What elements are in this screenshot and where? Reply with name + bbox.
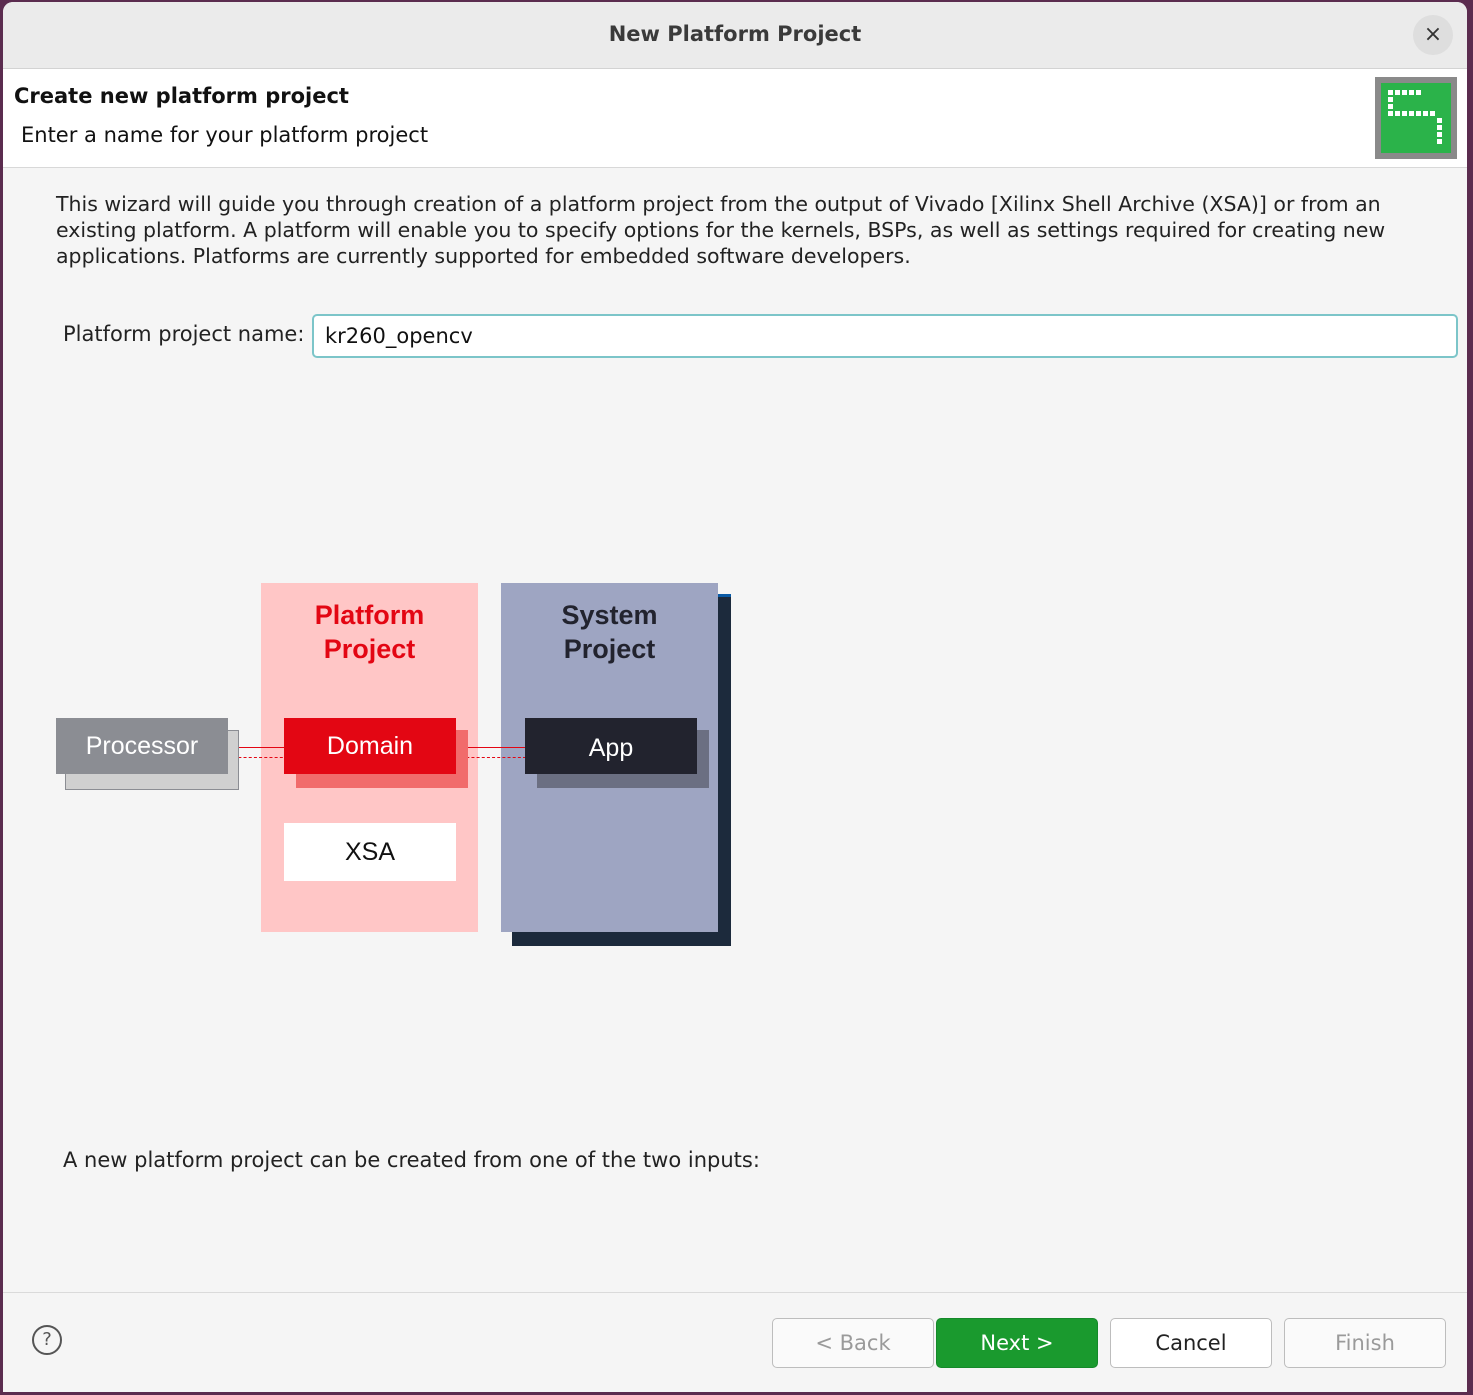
close-button[interactable]: × <box>1413 15 1453 55</box>
platform-diagram: Platform Project System Project Processor … <box>3 562 763 962</box>
close-icon: × <box>1423 22 1443 47</box>
back-button[interactable]: < Back <box>772 1318 934 1368</box>
wizard-header: Create new platform project Enter a name… <box>3 69 1467 168</box>
system-project-title: System Project <box>561 600 658 664</box>
new-platform-project-dialog: New Platform Project × Create new platfo… <box>3 2 1467 1392</box>
inputs-note: A new platform project can be created fr… <box>63 1148 760 1172</box>
wizard-description: This wizard will guide you through creat… <box>56 192 1386 268</box>
help-icon[interactable]: ? <box>32 1325 62 1355</box>
processor-box: Processor <box>56 718 228 774</box>
page-title: Create new platform project <box>14 84 349 108</box>
vitis-logo-icon <box>1375 77 1457 159</box>
footer-divider <box>3 1292 1467 1293</box>
platform-name-label: Platform project name: <box>63 322 305 346</box>
finish-button[interactable]: Finish <box>1284 1318 1446 1368</box>
cancel-button[interactable]: Cancel <box>1110 1318 1272 1368</box>
domain-box: Domain <box>284 718 456 774</box>
app-box: App <box>525 718 697 774</box>
platform-project-title: Platform Project <box>314 600 425 664</box>
page-subtitle: Enter a name for your platform project <box>21 123 429 147</box>
title-bar: New Platform Project × <box>3 2 1467 69</box>
next-button[interactable]: Next > <box>936 1318 1098 1368</box>
xsa-box: XSA <box>284 823 456 881</box>
window-title: New Platform Project <box>608 22 862 46</box>
platform-name-input[interactable]: kr260_opencv <box>312 314 1458 358</box>
